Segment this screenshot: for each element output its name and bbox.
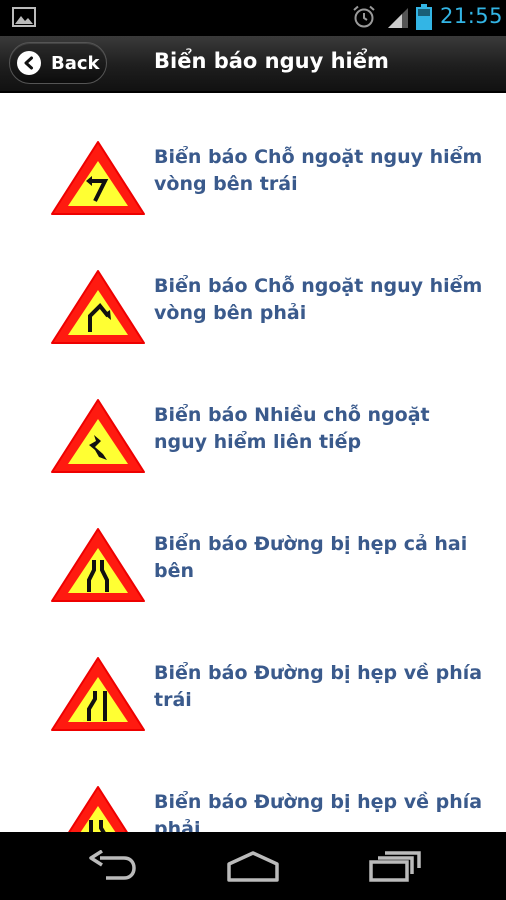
battery-icon bbox=[416, 4, 432, 30]
nav-recents-icon[interactable] bbox=[368, 850, 422, 882]
action-bar: Back Biển báo nguy hiểm bbox=[0, 36, 506, 92]
list-item[interactable]: Biển báo Đường bị hẹp về phía trái bbox=[0, 609, 506, 738]
sign-list: Biển báo Chỗ ngoặt nguy hiểm vòng bên tr… bbox=[0, 93, 506, 832]
page-title: Biển báo nguy hiểm bbox=[154, 49, 389, 73]
list-item[interactable]: Biển báo Đường bị hẹp cả hai bên bbox=[0, 480, 506, 609]
navigation-bar bbox=[0, 832, 506, 900]
list-item[interactable]: Biển báo Chỗ ngoặt nguy hiểm vòng bên tr… bbox=[0, 93, 506, 222]
warning-sign-road-narrows-both-icon bbox=[51, 528, 145, 602]
nav-back-icon[interactable] bbox=[86, 850, 138, 882]
list-item-label: Biển báo Đường bị hẹp cả hai bên bbox=[154, 533, 468, 582]
gallery-icon bbox=[12, 7, 36, 27]
list-item-label: Biển báo Đường bị hẹp về phía trái bbox=[154, 662, 483, 711]
back-button-label: Back bbox=[51, 52, 100, 74]
nav-home-icon[interactable] bbox=[226, 850, 280, 882]
list-item-label: Biển báo Chỗ ngoặt nguy hiểm vòng bên ph… bbox=[154, 275, 483, 324]
list-item[interactable]: Biển báo Chỗ ngoặt nguy hiểm vòng bên ph… bbox=[0, 222, 506, 351]
warning-sign-curve-right-icon bbox=[51, 270, 145, 344]
warning-sign-road-narrows-left-icon bbox=[51, 657, 145, 731]
back-button[interactable]: Back bbox=[9, 42, 107, 84]
warning-sign-road-narrows-right-icon bbox=[68, 786, 128, 832]
list-item-label: Biển báo Chỗ ngoặt nguy hiểm vòng bên tr… bbox=[154, 146, 483, 195]
chevron-left-icon bbox=[17, 51, 41, 75]
warning-sign-multiple-curves-icon bbox=[51, 399, 145, 473]
warning-sign-curve-left-icon bbox=[51, 141, 145, 215]
list-item[interactable]: Biển báo Nhiều chỗ ngoặt nguy hiểm liên … bbox=[0, 351, 506, 480]
status-bar: 21:55 bbox=[0, 0, 506, 36]
status-clock: 21:55 bbox=[440, 4, 504, 28]
alarm-icon bbox=[353, 5, 375, 28]
list-item-label: Biển báo Đường bị hẹp về phía phải bbox=[154, 791, 483, 832]
list-item[interactable]: Biển báo Đường bị hẹp về phía phải bbox=[0, 738, 506, 832]
list-item-label: Biển báo Nhiều chỗ ngoặt nguy hiểm liên … bbox=[154, 404, 430, 453]
signal-icon bbox=[388, 8, 408, 28]
